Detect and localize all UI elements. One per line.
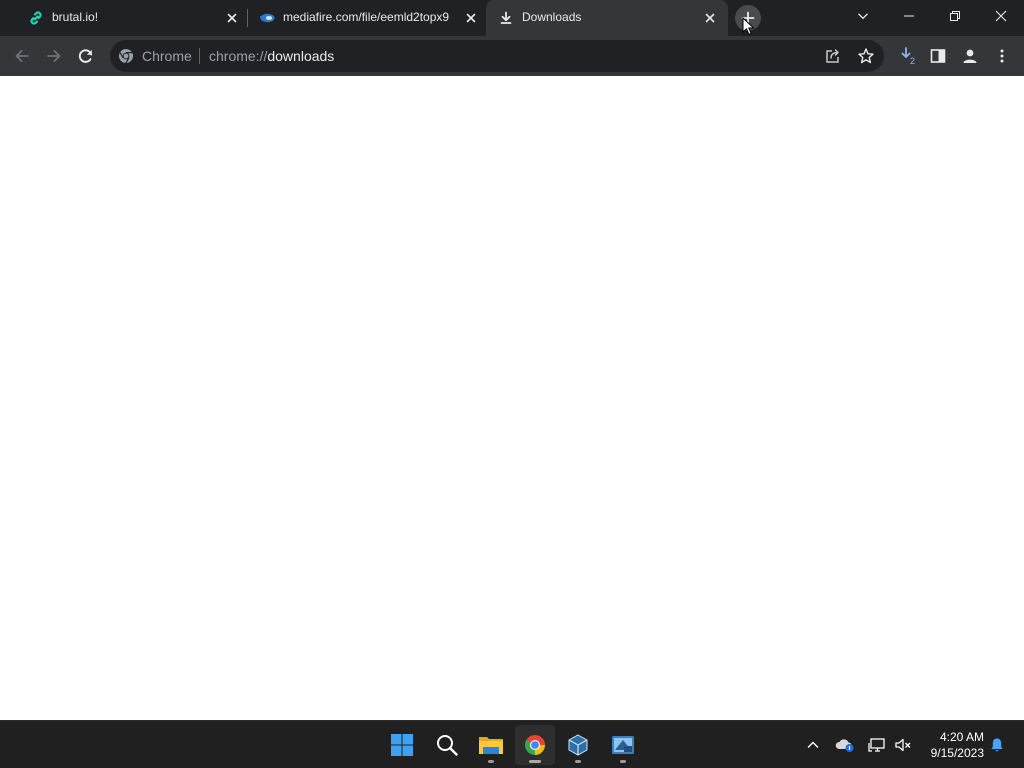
clock-date: 9/15/2023 [930,746,984,760]
minimize-button[interactable] [886,0,932,32]
close-icon[interactable] [224,10,240,26]
tab-search-button[interactable] [840,0,886,32]
virtualbox-button[interactable] [558,725,598,765]
download-count-badge: 2 [910,56,916,66]
download-icon [498,10,514,26]
restore-icon [950,11,960,21]
search-button[interactable] [427,725,467,765]
show-hidden-icons-button[interactable] [801,733,825,757]
origin-label: Chrome [142,48,192,64]
close-icon [995,10,1007,22]
url-text: chrome://downloads [209,40,334,72]
omnibox-divider [199,48,200,64]
downloads-button[interactable]: 2 [893,42,921,70]
share-icon [826,49,839,63]
forward-button[interactable] [40,42,68,70]
taskbar: 4:20 AM 9/15/2023 [0,720,1024,768]
reload-icon [78,49,93,63]
virtualbox-icon [568,734,588,756]
close-window-button[interactable] [978,0,1024,32]
close-icon[interactable] [702,10,718,26]
profile-button[interactable] [956,42,984,70]
active-indicator [529,760,541,763]
tab-brutal[interactable]: brutal.io! [8,0,246,36]
tab-title: mediafire.com/file/eemld2topx9 [283,10,450,24]
mediafire-icon [259,10,275,26]
side-panel-icon [930,49,946,63]
running-indicator [575,760,581,763]
person-icon [963,49,977,63]
bookmark-button[interactable] [856,46,876,66]
arrow-right-icon [47,50,61,62]
reload-button[interactable] [72,42,100,70]
onedrive-button[interactable] [833,733,857,757]
close-icon[interactable] [463,10,479,26]
chrome-icon [525,735,545,755]
network-icon [868,738,885,752]
page-content [0,76,1024,720]
share-button[interactable] [823,46,843,66]
clock-time: 4:20 AM [939,730,984,744]
restore-button[interactable] [932,0,978,32]
mouse-cursor [742,16,756,37]
arrow-left-icon [15,50,29,62]
chevron-down-icon [858,13,868,20]
back-button[interactable] [8,42,36,70]
folder-icon [479,737,503,754]
chrome-icon [118,48,134,64]
minimize-icon [904,15,914,17]
bell-icon [991,738,1003,752]
url-host: downloads [267,48,335,64]
start-button[interactable] [382,725,422,765]
running-indicator [620,760,626,763]
chevron-up-icon [807,741,819,748]
network-button[interactable] [865,733,889,757]
cloud-icon [835,739,854,752]
more-vert-icon [1000,49,1004,63]
app-taskbar-button[interactable] [603,725,643,765]
address-bar[interactable]: Chrome chrome://downloads [110,40,884,72]
file-explorer-button[interactable] [471,725,511,765]
search-icon [437,735,458,756]
tab-strip: brutal.io! mediafire.com/file/eemld2topx… [0,0,1024,36]
browser-toolbar: Chrome chrome://downloads 2 [0,36,1024,76]
tab-downloads[interactable]: Downloads [486,0,728,36]
menu-button[interactable] [988,42,1016,70]
windows-start-icon [391,734,413,756]
notifications-button[interactable] [985,733,1009,757]
tab-title: brutal.io! [52,10,99,24]
volume-button[interactable] [891,733,915,757]
tab-title: Downloads [522,10,582,24]
app-icon [612,736,634,754]
star-icon [858,48,874,64]
speaker-muted-icon [895,738,911,752]
url-scheme: chrome:// [209,48,268,64]
side-panel-button[interactable] [924,42,952,70]
tab-mediafire[interactable]: mediafire.com/file/eemld2topx9 [247,0,485,36]
system-clock[interactable]: 4:20 AM 9/15/2023 [918,729,984,761]
running-indicator [488,760,494,763]
chrome-taskbar-button[interactable] [515,725,555,765]
link-icon [28,10,44,26]
